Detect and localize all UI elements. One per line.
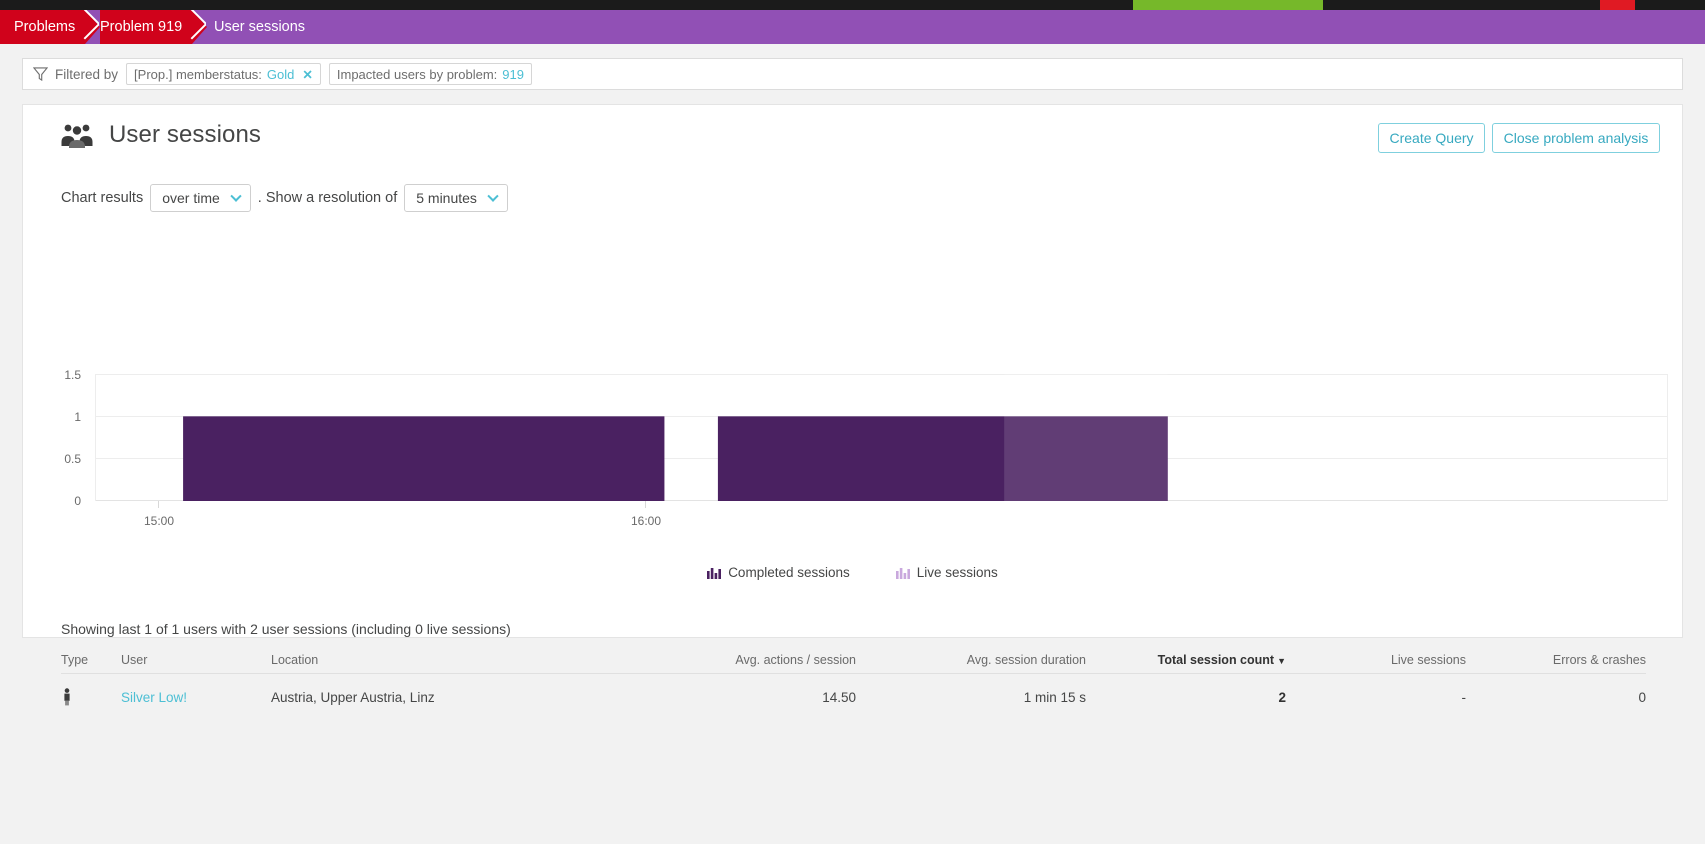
cell-location: Austria, Upper Austria, Linz xyxy=(271,689,435,705)
red-segment xyxy=(1600,0,1635,10)
table-row[interactable]: Silver Low! Austria, Upper Austria, Linz… xyxy=(61,674,1646,707)
chip-value: 919 xyxy=(502,66,524,82)
filter-bar: Filtered by [Prop.] memberstatus: Gold ✕… xyxy=(22,58,1683,90)
breadcrumb-item-problems[interactable]: Problems xyxy=(0,10,86,44)
cell-live-sessions: - xyxy=(1461,689,1467,705)
resolution-label: . Show a resolution of xyxy=(257,190,398,206)
col-errors-crashes[interactable]: Errors & crashes xyxy=(1466,653,1646,674)
cell-avg-actions: 14.50 xyxy=(822,689,856,705)
y-tick-label: 1 xyxy=(74,410,81,424)
legend-item-completed-sessions[interactable]: Completed sessions xyxy=(707,565,850,580)
breadcrumb-item-problem-919[interactable]: Problem 919 xyxy=(100,10,193,44)
col-live-sessions[interactable]: Live sessions xyxy=(1286,653,1466,674)
sort-desc-icon: ▼ xyxy=(1277,656,1286,666)
bar-chart-icon xyxy=(707,568,722,579)
breadcrumb-label: Problem 919 xyxy=(100,19,183,35)
user-sessions-card: User sessions Create Query Close problem… xyxy=(22,104,1683,706)
x-tick-label: 15:00 xyxy=(144,514,174,528)
col-total-session-count[interactable]: Total session count ▼ xyxy=(1086,653,1286,674)
chart-results-value: over time xyxy=(162,190,220,206)
results-summary: Showing last 1 of 1 users with 2 user se… xyxy=(61,621,511,637)
chip-impacted-users[interactable]: Impacted users by problem: 919 xyxy=(328,63,532,85)
close-problem-analysis-button[interactable]: Close problem analysis xyxy=(1492,123,1660,153)
user-link[interactable]: Silver Low! xyxy=(121,690,187,705)
sessions-chart[interactable]: 1.5 1 0.5 0 15:00 16:00 xyxy=(23,360,1682,575)
legend-label: Completed sessions xyxy=(728,565,850,580)
table-header-row: Type User Location Avg. actions / sessio… xyxy=(61,653,1646,674)
top-status-strip xyxy=(0,0,1705,10)
resolution-value: 5 minutes xyxy=(416,190,477,206)
chart-legend: Completed sessions Live sessions xyxy=(23,565,1682,580)
card-header: User sessions Create Query Close problem… xyxy=(23,105,1682,169)
chart-results-label: Chart results xyxy=(61,190,144,206)
chevron-down-icon xyxy=(230,190,242,202)
cell-total-count: 2 xyxy=(1278,689,1286,705)
users-icon xyxy=(61,124,93,148)
resolution-select[interactable]: 5 minutes xyxy=(404,184,508,212)
chip-value: Gold xyxy=(266,66,295,82)
legend-label: Live sessions xyxy=(916,565,998,580)
page-title-wrap: User sessions xyxy=(61,121,261,149)
y-tick-label: 0 xyxy=(74,494,81,508)
chart-x-axis: 15:00 16:00 xyxy=(144,501,661,528)
chart-highlight-band xyxy=(1004,374,1168,504)
x-tick-label: 16:00 xyxy=(631,514,661,528)
breadcrumb-chevron-2 xyxy=(190,10,206,44)
breadcrumb-item-user-sessions[interactable]: User sessions xyxy=(214,10,305,44)
create-query-button[interactable]: Create Query xyxy=(1378,123,1485,153)
person-icon xyxy=(64,688,70,706)
chip-text: [Prop.] memberstatus: xyxy=(134,66,262,82)
breadcrumb: Problems Problem 919 User sessions xyxy=(0,10,1705,44)
cell-errors: 0 xyxy=(1638,689,1646,705)
filter-icon xyxy=(33,67,48,81)
col-total-session-count-label: Total session count xyxy=(1157,653,1275,667)
breadcrumb-chevron-1 xyxy=(83,10,99,44)
chart-results-select[interactable]: over time xyxy=(150,184,251,212)
y-tick-label: 1.5 xyxy=(64,368,81,382)
chip-memberstatus[interactable]: [Prop.] memberstatus: Gold ✕ xyxy=(126,63,321,85)
chevron-down-icon xyxy=(487,190,499,202)
y-tick-label: 0.5 xyxy=(64,452,81,466)
filtered-by-label: Filtered by xyxy=(55,66,119,82)
bar-chart-icon xyxy=(895,568,910,579)
cell-user[interactable]: Silver Low! xyxy=(121,674,271,707)
breadcrumb-label: User sessions xyxy=(214,19,306,35)
col-user[interactable]: User xyxy=(121,653,271,674)
close-icon[interactable]: ✕ xyxy=(302,67,312,82)
sessions-chart-svg[interactable]: 1.5 1 0.5 0 15:00 16:00 xyxy=(23,360,1684,575)
chip-text: Impacted users by problem: xyxy=(336,66,498,82)
cell-avg-duration: 1 min 15 s xyxy=(1023,689,1086,705)
legend-item-live-sessions[interactable]: Live sessions xyxy=(895,565,998,580)
bar-completed-sessions[interactable] xyxy=(183,416,665,501)
col-avg-actions[interactable]: Avg. actions / session xyxy=(601,653,856,674)
user-sessions-table: Type User Location Avg. actions / sessio… xyxy=(61,653,1646,706)
breadcrumb-label: Problems xyxy=(14,19,76,35)
page-title: User sessions xyxy=(109,121,262,148)
col-type[interactable]: Type xyxy=(61,653,121,674)
chart-controls: Chart results over time . Show a resolut… xyxy=(61,184,515,212)
col-avg-duration[interactable]: Avg. session duration xyxy=(856,653,1086,674)
green-segment xyxy=(1133,0,1323,10)
col-location[interactable]: Location xyxy=(271,653,601,674)
cell-type xyxy=(61,674,121,707)
